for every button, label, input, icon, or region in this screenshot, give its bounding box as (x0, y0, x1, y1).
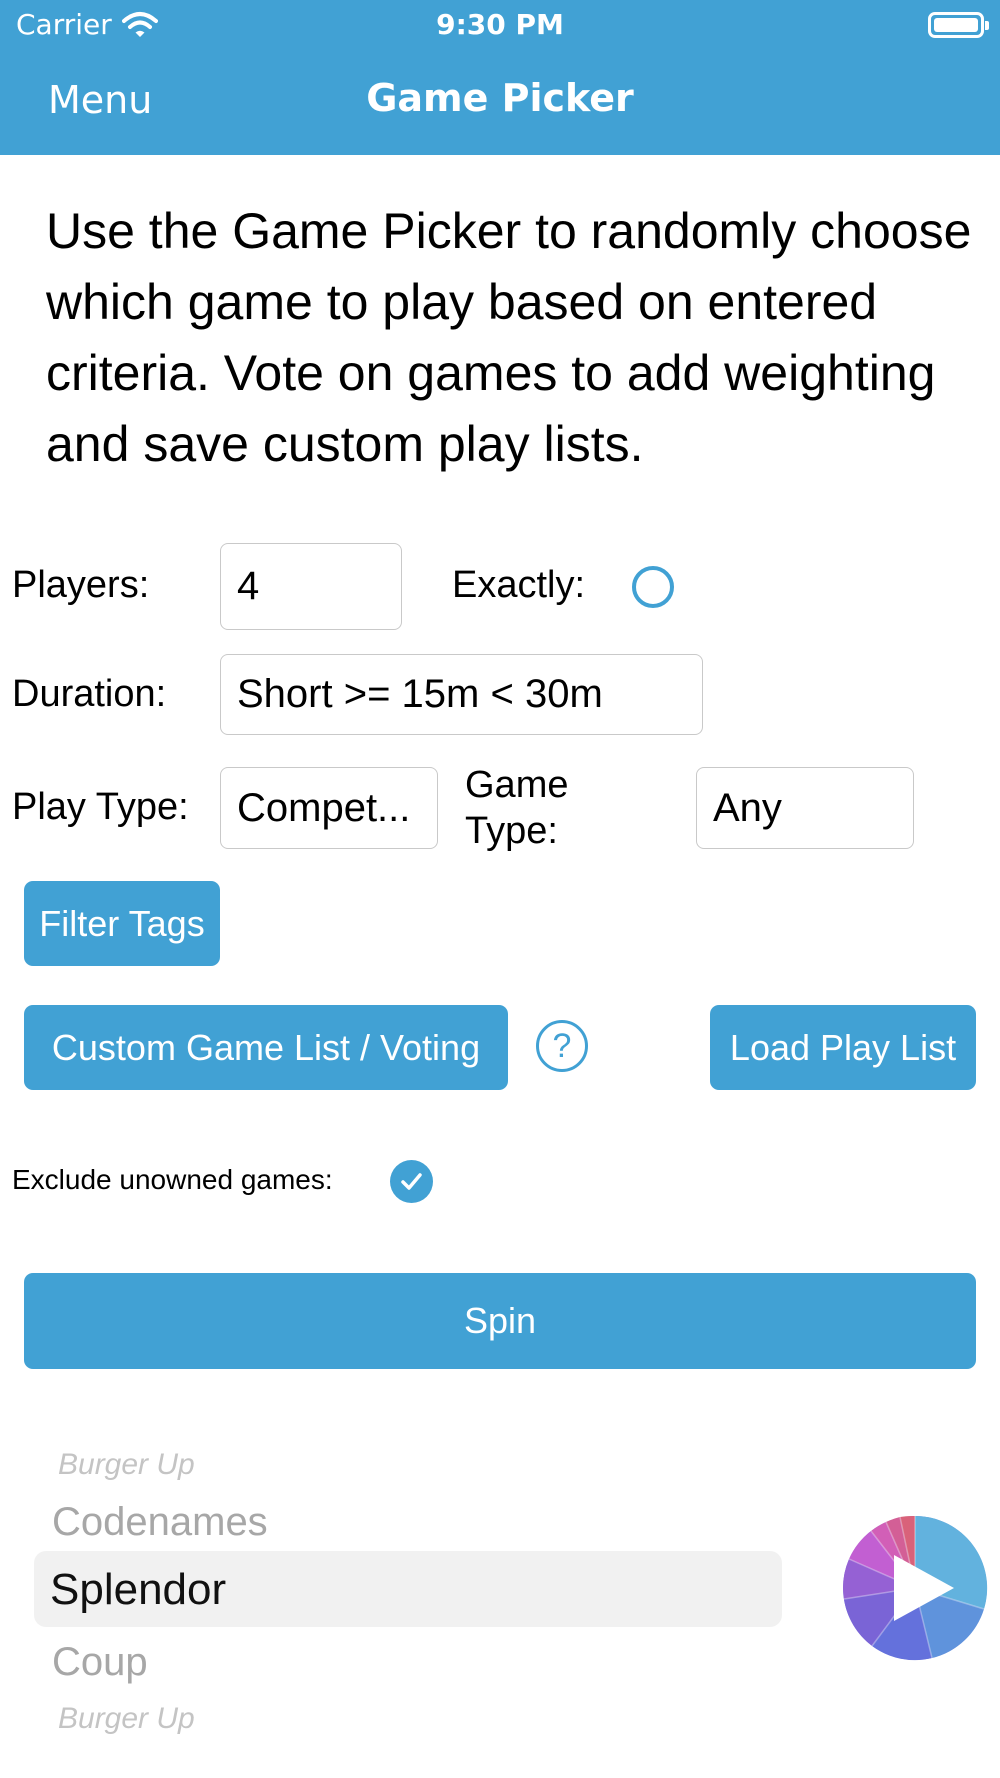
spin-wheel-play-icon[interactable] (842, 1515, 988, 1661)
intro-text: Use the Game Picker to randomly choose w… (46, 203, 972, 472)
picker-item-selected[interactable]: Splendor (50, 1565, 226, 1615)
header-bar: Carrier 9:30 PM Menu Game Picker (0, 0, 1000, 155)
page-title: Game Picker (366, 76, 634, 120)
exclude-unowned-label: Exclude unowned games: (12, 1164, 333, 1195)
picker-item[interactable]: Burger Up (58, 1448, 195, 1482)
filter-tags-button[interactable]: Filter Tags (24, 881, 220, 966)
players-input[interactable]: 4 (220, 543, 402, 630)
play-type-label: Play Type: (12, 786, 189, 828)
status-time: 9:30 PM (436, 8, 564, 41)
picker-item[interactable]: Coup (52, 1640, 148, 1685)
game-type-label: Game (465, 764, 569, 806)
game-type-select[interactable]: Any (696, 767, 914, 849)
exclude-unowned-checkbox[interactable] (390, 1160, 433, 1203)
picker-item[interactable]: Burger Up (58, 1702, 195, 1736)
spin-button[interactable]: Spin (24, 1273, 976, 1369)
help-icon[interactable]: ? (536, 1020, 588, 1072)
checkmark-icon (401, 1173, 422, 1190)
battery-icon (928, 12, 989, 38)
game-type-label-line2: Type: (465, 810, 558, 852)
play-type-select[interactable]: Compet... (220, 767, 438, 849)
load-play-list-button[interactable]: Load Play List (710, 1005, 976, 1090)
duration-label: Duration: (12, 673, 167, 715)
exactly-radio[interactable] (632, 566, 674, 608)
duration-select[interactable]: Short >= 15m < 30m (220, 654, 703, 735)
picker-item[interactable]: Codenames (52, 1500, 268, 1545)
exactly-label: Exactly: (452, 564, 586, 606)
players-label: Players: (12, 564, 150, 606)
custom-game-list-button[interactable]: Custom Game List / Voting (24, 1005, 508, 1090)
